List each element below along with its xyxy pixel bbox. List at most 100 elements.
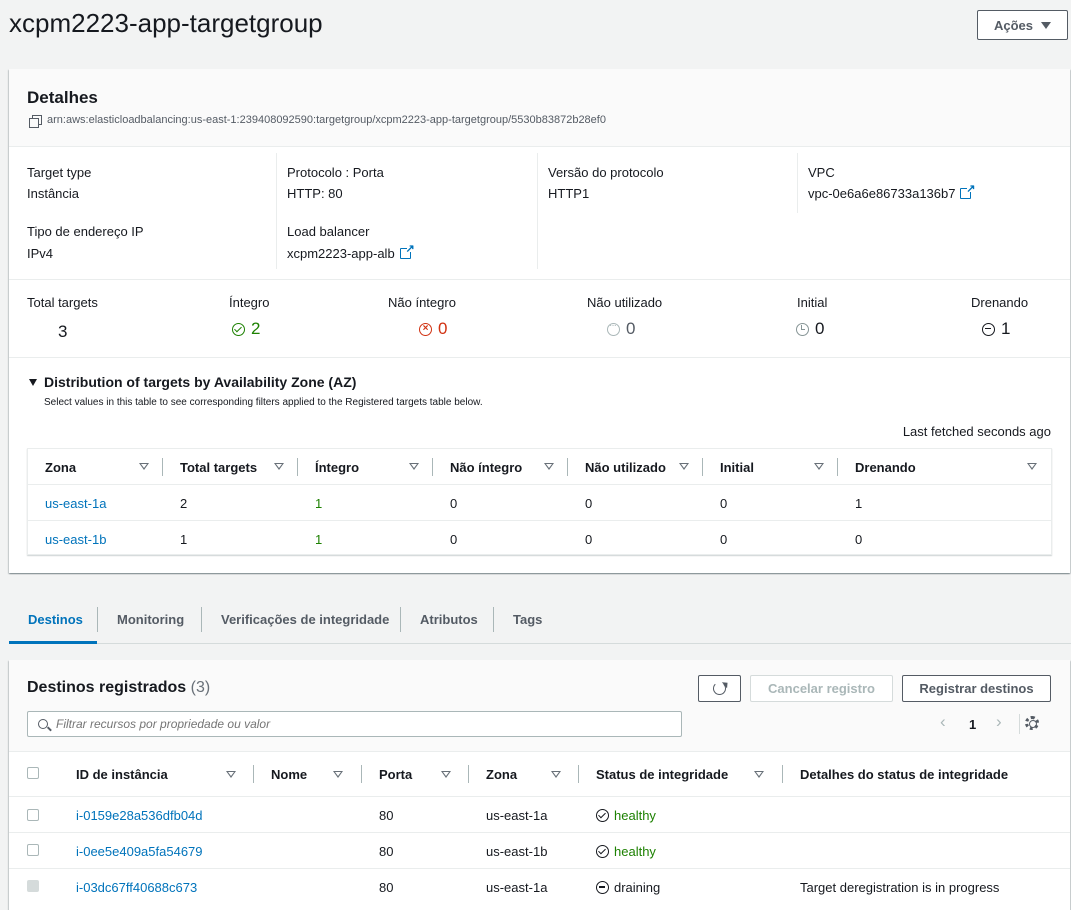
search-input[interactable] xyxy=(56,717,656,731)
load-balancer-text[interactable]: xcpm2223-app-alb xyxy=(287,246,395,261)
page-number[interactable]: 1 xyxy=(969,717,976,732)
load-balancer-link[interactable]: xcpm2223-app-alb xyxy=(287,242,415,261)
az-cell[interactable]: 0 xyxy=(855,532,862,547)
initial-label: Initial xyxy=(797,295,828,310)
az-cell[interactable]: 1 xyxy=(180,532,187,547)
expand-toggle[interactable] xyxy=(29,379,37,386)
az-cell[interactable]: 0 xyxy=(450,496,457,511)
tab-health-checks[interactable]: Verificações de integridade xyxy=(221,612,389,627)
sort-icon[interactable] xyxy=(139,463,149,470)
az-cell[interactable]: 0 xyxy=(720,496,727,511)
initial-count[interactable]: 0 xyxy=(796,319,824,339)
vpc-link[interactable]: vpc-0e6a6e86733a136b7 xyxy=(808,182,975,201)
arn-row: arn:aws:elasticloadbalancing:us-east-1:2… xyxy=(29,114,606,128)
az-col-initial[interactable]: Initial xyxy=(720,449,754,485)
az-cell[interactable]: 0 xyxy=(450,532,457,547)
details-panel: Detalhes arn:aws:elasticloadbalancing:us… xyxy=(9,69,1070,573)
sort-icon[interactable] xyxy=(551,771,561,778)
az-cell[interactable]: 1 xyxy=(315,496,322,511)
az-col-unhealthy[interactable]: Não íntegro xyxy=(450,449,522,485)
instance-id-link[interactable]: i-0ee5e409a5fa54679 xyxy=(76,844,203,859)
az-col-unused[interactable]: Não utilizado xyxy=(585,449,666,485)
vpc-text[interactable]: vpc-0e6a6e86733a136b7 xyxy=(808,186,955,201)
az-cell[interactable]: 1 xyxy=(315,532,322,547)
port-cell: 80 xyxy=(379,844,394,859)
tab-attributes[interactable]: Atributos xyxy=(420,612,478,627)
unhealthy-count[interactable]: × 0 xyxy=(419,319,447,339)
gear-icon[interactable] xyxy=(1025,716,1039,730)
search-field[interactable] xyxy=(27,711,682,737)
health-status-text: draining xyxy=(614,880,661,895)
tab-tags[interactable]: Tags xyxy=(513,612,542,627)
column-separator xyxy=(837,458,838,476)
az-row-zone-link[interactable]: us-east-1a xyxy=(45,496,106,511)
chevron-right-icon[interactable]: › xyxy=(996,712,1002,732)
triangle-down-icon xyxy=(29,379,37,386)
instance-id-link[interactable]: i-03dc67ff40688c673 xyxy=(76,880,197,895)
unused-count[interactable]: 0 xyxy=(607,319,635,339)
health-status-text: healthy xyxy=(614,808,656,823)
az-row-zone-link[interactable]: us-east-1b xyxy=(45,532,106,547)
tab-separator xyxy=(97,607,98,632)
az-cell[interactable]: 0 xyxy=(585,496,592,511)
check-circle-icon xyxy=(596,809,609,822)
az-cell[interactable]: 0 xyxy=(720,532,727,547)
row-divider xyxy=(9,832,1070,833)
row-divider xyxy=(9,868,1070,869)
cancel-registration-button[interactable]: Cancelar registro xyxy=(750,675,893,702)
az-col-healthy[interactable]: Íntegro xyxy=(315,449,359,485)
minus-circle-icon xyxy=(596,881,609,894)
az-col-draining[interactable]: Drenando xyxy=(855,449,916,485)
draining-count[interactable]: 1 xyxy=(982,319,1010,339)
row-checkbox[interactable] xyxy=(27,809,39,821)
tab-separator xyxy=(201,607,202,632)
page-title: xcpm2223-app-targetgroup xyxy=(9,8,323,38)
select-all-checkbox[interactable] xyxy=(27,767,39,779)
register-targets-button[interactable]: Registrar destinos xyxy=(902,675,1051,702)
copy-icon[interactable] xyxy=(29,114,42,128)
sort-icon[interactable] xyxy=(409,463,419,470)
col-name[interactable]: Nome xyxy=(271,756,307,792)
column-separator xyxy=(162,458,163,476)
az-cell[interactable]: 1 xyxy=(855,496,862,511)
sort-icon[interactable] xyxy=(679,463,689,470)
sort-icon[interactable] xyxy=(333,771,343,778)
divider xyxy=(9,357,1070,358)
col-instance-id[interactable]: ID de instância xyxy=(76,756,168,792)
sort-icon[interactable] xyxy=(226,771,236,778)
row-divider xyxy=(9,796,1070,797)
x-circle-icon: × xyxy=(419,322,432,336)
az-cell[interactable]: 0 xyxy=(585,532,592,547)
sort-icon[interactable] xyxy=(754,771,764,778)
unhealthy-value: 0 xyxy=(438,319,448,338)
vpc-label: VPC xyxy=(808,165,835,180)
col-health-details[interactable]: Detalhes do status de integridade xyxy=(800,756,1008,792)
col-zone[interactable]: Zona xyxy=(486,756,517,792)
tab-separator xyxy=(400,607,401,632)
healthy-count[interactable]: 2 xyxy=(232,319,260,339)
instance-id-link[interactable]: i-0159e28a536dfb04d xyxy=(76,808,203,823)
actions-button[interactable]: Ações xyxy=(977,10,1068,40)
row-checkbox[interactable] xyxy=(27,844,39,856)
protocol-port-value: HTTP: 80 xyxy=(287,186,343,201)
zone-cell: us-east-1a xyxy=(486,808,548,823)
unused-value: 0 xyxy=(626,319,636,338)
col-health-status[interactable]: Status de integridade xyxy=(596,756,728,792)
sort-icon[interactable] xyxy=(544,463,554,470)
sort-icon[interactable] xyxy=(814,463,824,470)
az-col-total[interactable]: Total targets xyxy=(180,449,257,485)
col-port[interactable]: Porta xyxy=(379,756,412,792)
az-heading[interactable]: Distribution of targets by Availability … xyxy=(44,374,356,390)
az-cell[interactable]: 2 xyxy=(180,496,187,511)
sort-icon[interactable] xyxy=(274,463,284,470)
last-fetched: Last fetched seconds ago xyxy=(902,424,1051,439)
chevron-left-icon[interactable]: ‹ xyxy=(940,712,946,732)
refresh-button[interactable] xyxy=(698,675,741,702)
sort-icon[interactable] xyxy=(1027,463,1037,470)
sort-icon[interactable] xyxy=(441,771,451,778)
tab-destinos[interactable]: Destinos xyxy=(28,612,83,627)
protocol-version-value: HTTP1 xyxy=(548,186,590,201)
health-status: draining xyxy=(596,880,660,895)
tab-monitoring[interactable]: Monitoring xyxy=(117,612,184,627)
az-col-zona[interactable]: Zona xyxy=(45,449,76,485)
